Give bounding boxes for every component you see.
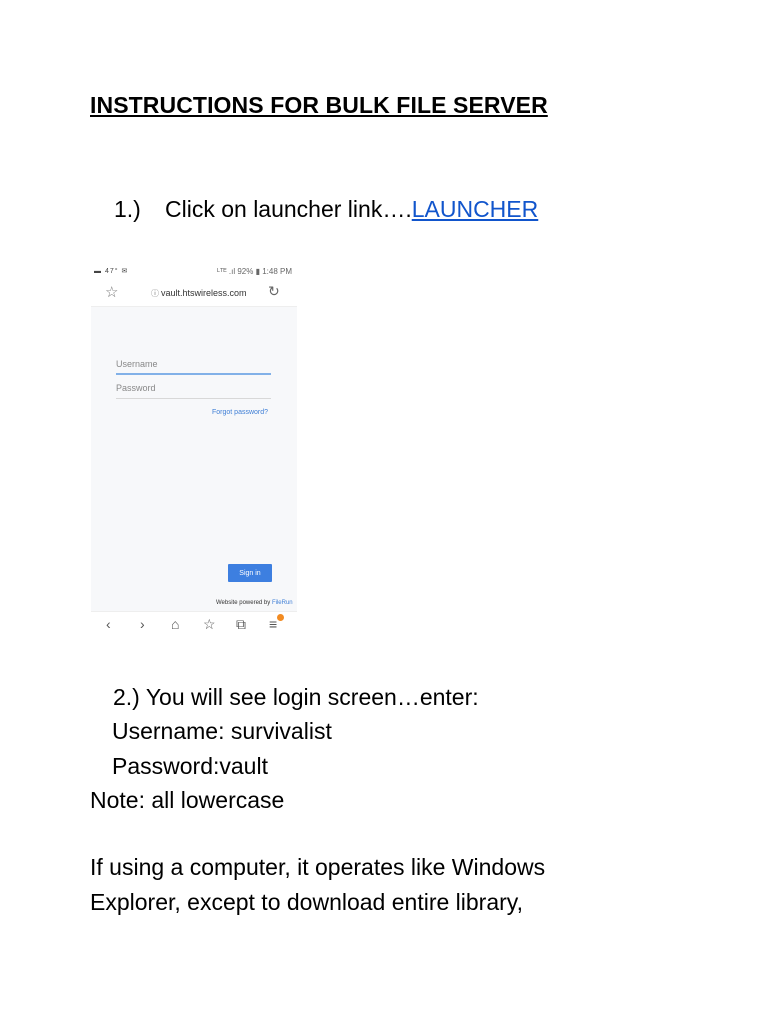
- home-icon: ⌂: [171, 616, 180, 632]
- status-right: ᴸᵀᴱ .ıl 92% ▮ 1:48 PM: [217, 267, 292, 276]
- bookmark-icon: ☆: [203, 616, 216, 632]
- note: Note: all lowercase: [90, 787, 285, 813]
- forward-icon: ›: [140, 616, 145, 632]
- paragraph-line-2: Explorer, except to download entire libr…: [90, 889, 523, 915]
- browser-nav-bar: ‹ › ⌂ ☆ ⧉ ≡: [91, 611, 297, 638]
- url-bar: ☆ ⓘ vault.htswireless.com ↻: [91, 282, 297, 307]
- step-2-username: Username: survivalist: [112, 718, 332, 744]
- sign-in-button: Sign in: [228, 564, 272, 582]
- paragraph-line-1: If using a computer, it operates like Wi…: [90, 854, 546, 880]
- info-icon: ⓘ: [151, 289, 159, 298]
- star-icon: ☆: [105, 284, 119, 301]
- powered-by: Website powered by FileRun: [216, 600, 293, 606]
- notification-badge: [277, 614, 284, 621]
- step-2-line-1: 2.) You will see login screen…enter:: [113, 684, 479, 710]
- step-2-password: Password:vault: [112, 753, 268, 779]
- powered-by-brand: FileRun: [271, 600, 293, 606]
- launcher-link[interactable]: LAUNCHER: [412, 196, 539, 222]
- tabs-icon: ⧉: [236, 616, 246, 632]
- username-placeholder: Username: [116, 359, 158, 369]
- status-bar: ▬ 47° ✉ ᴸᵀᴱ .ıl 92% ▮ 1:48 PM: [91, 262, 297, 280]
- password-underline: [116, 398, 271, 399]
- forgot-password-link: Forgot password?: [212, 409, 269, 416]
- menu-icon: ≡: [269, 616, 278, 632]
- login-screenshot: ▬ 47° ✉ ᴸᵀᴱ .ıl 92% ▮ 1:48 PM ☆ ⓘ vault.…: [91, 262, 297, 638]
- page-title: INSTRUCTIONS FOR BULK FILE SERVER: [90, 92, 548, 118]
- username-underline: [116, 373, 271, 375]
- step-1-text: Click on launcher link….: [165, 196, 412, 222]
- back-icon: ‹: [106, 616, 111, 632]
- status-left: ▬ 47° ✉: [94, 268, 129, 275]
- reload-icon: ↻: [268, 283, 280, 299]
- step-1: 1.) Click on launcher link….LAUNCHER: [114, 196, 538, 223]
- url-text: vault.htswireless.com: [161, 288, 247, 298]
- step-1-number: 1.): [114, 196, 141, 222]
- password-placeholder: Password: [116, 383, 156, 393]
- powered-by-text: Website powered by: [216, 600, 271, 606]
